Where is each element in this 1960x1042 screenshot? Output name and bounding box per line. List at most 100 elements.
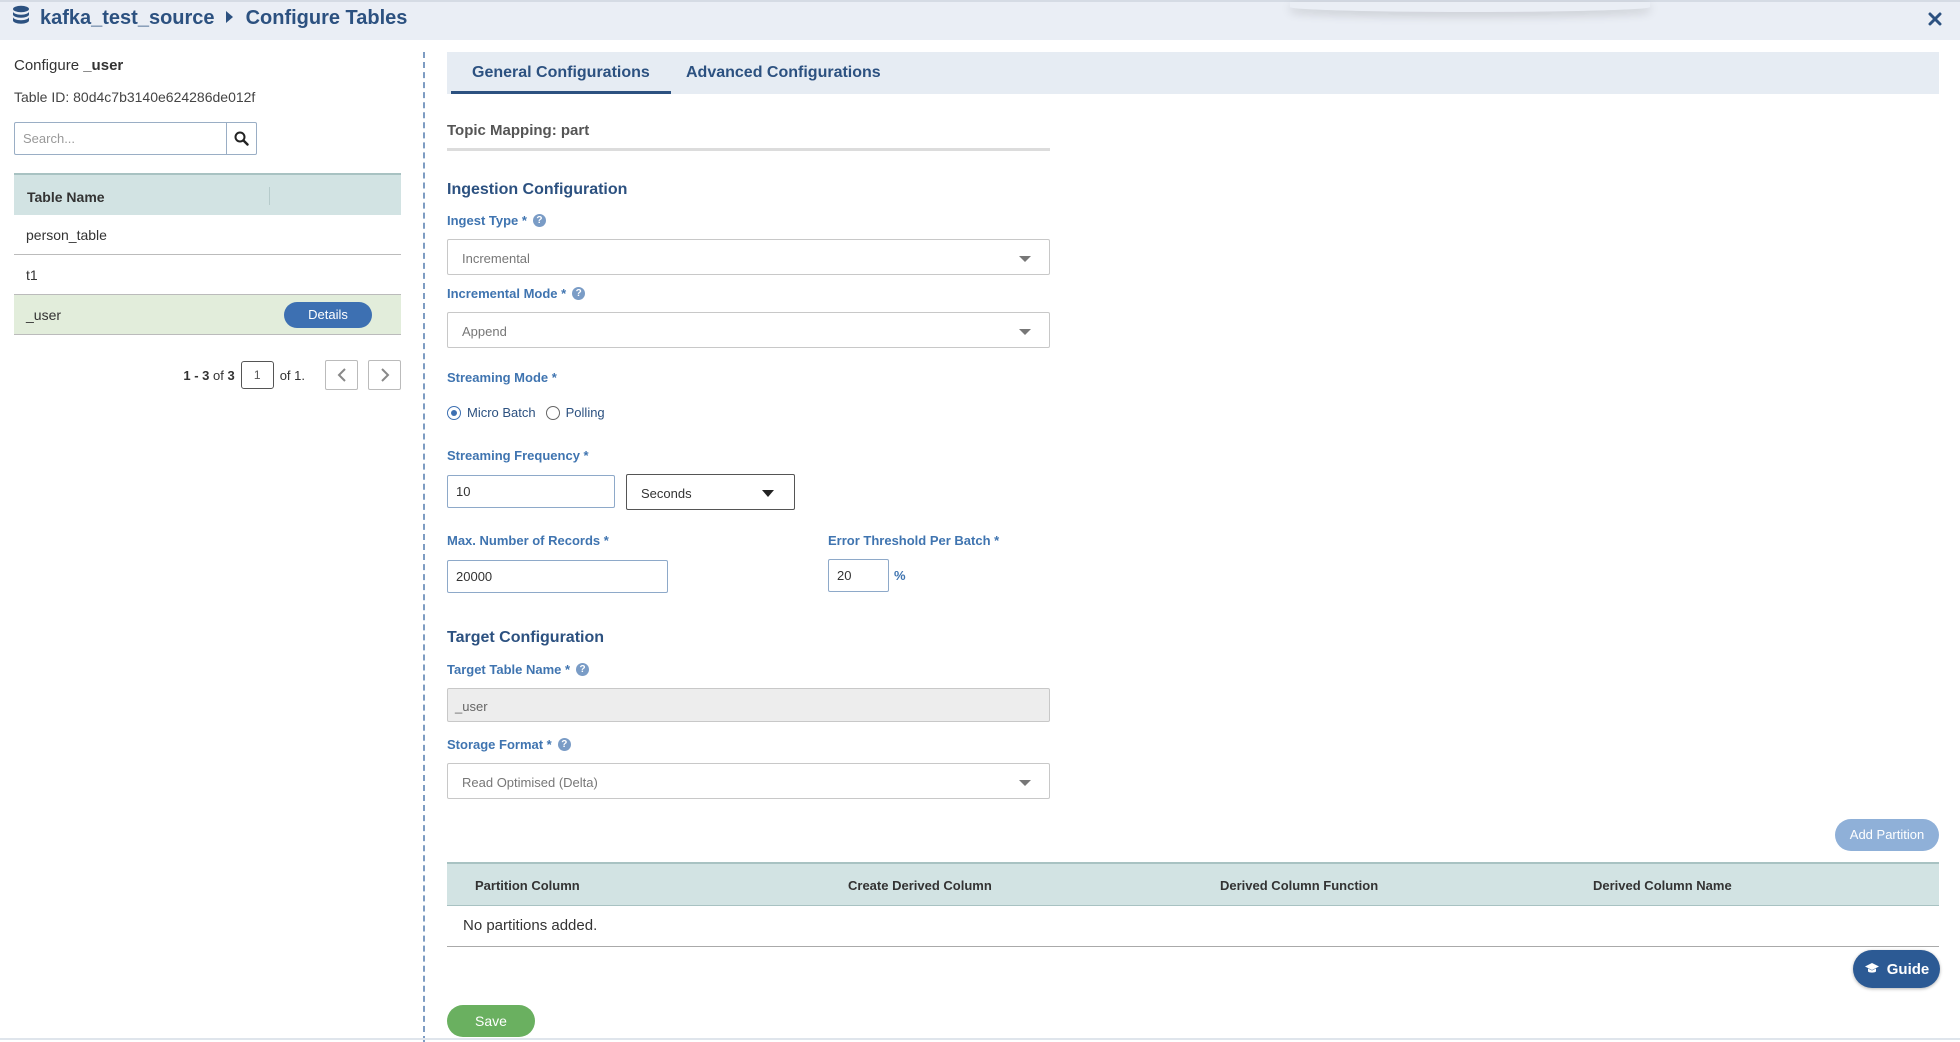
frequency-unit-select[interactable]: Seconds — [626, 474, 795, 510]
header-shadow — [1290, 2, 1650, 12]
modal-bottom-border — [0, 1038, 1960, 1040]
ingest-type-value: Incremental — [462, 251, 530, 266]
breadcrumb-source[interactable]: kafka_test_source — [40, 7, 215, 30]
graduation-cap-icon — [1864, 962, 1880, 977]
partition-empty-text: No partitions added. — [463, 917, 598, 934]
caret-down-icon — [762, 490, 774, 497]
ingest-type-select[interactable]: Incremental — [447, 239, 1050, 275]
close-icon[interactable] — [1928, 6, 1942, 32]
help-icon[interactable]: ? — [532, 214, 546, 227]
storage-format-label-text: Storage Format * — [447, 737, 552, 752]
caret-right-icon — [225, 7, 234, 30]
storage-format-label: Storage Format * ? — [447, 737, 571, 752]
column-header-partition-column: Partition Column — [475, 878, 580, 893]
configure-heading: Configure _user — [14, 57, 123, 74]
ingest-type-label: Ingest Type * ? — [447, 213, 546, 228]
target-table-name-label: Target Table Name * ? — [447, 662, 590, 677]
add-partition-button[interactable]: Add Partition — [1835, 819, 1939, 851]
help-icon[interactable]: ? — [572, 287, 586, 300]
chevron-right-icon — [380, 368, 389, 382]
database-icon — [12, 5, 30, 31]
column-header-derived-column-function: Derived Column Function — [1220, 878, 1379, 893]
guide-button[interactable]: Guide — [1853, 950, 1940, 988]
frequency-unit-value: Seconds — [641, 486, 692, 501]
caret-down-icon — [1019, 329, 1031, 335]
target-table-name-label-text: Target Table Name * — [447, 662, 571, 677]
partition-table-empty-row: No partitions added. — [447, 906, 1939, 947]
error-threshold-input[interactable]: 20 — [828, 559, 889, 592]
streaming-frequency-input[interactable]: 10 — [447, 475, 615, 508]
config-tabs: General Configurations Advanced Configur… — [447, 52, 1939, 94]
incremental-mode-label: Incremental Mode * ? — [447, 286, 586, 301]
breadcrumb: kafka_test_source Configure Tables — [12, 5, 407, 31]
pagination-of-pages: of 1. — [279, 367, 305, 383]
pagination-range: 1 - 3 of 3 — [183, 368, 234, 383]
configure-table-name: _user — [83, 57, 124, 74]
ingest-type-label-text: Ingest Type * — [447, 213, 527, 228]
streaming-mode-radio-group: Micro Batch Polling — [447, 405, 615, 420]
table-list-panel: Configure _user Table ID: 80d4c7b3140e62… — [0, 42, 424, 1042]
page-number-input[interactable]: 1 — [240, 361, 274, 389]
details-button[interactable]: Details — [284, 302, 372, 328]
guide-button-label: Guide — [1886, 960, 1930, 978]
ingestion-section-title: Ingestion Configuration — [447, 181, 628, 198]
radio-label: Polling — [565, 405, 605, 420]
max-records-label: Max. Number of Records * — [447, 533, 609, 548]
radio-label: Micro Batch — [467, 405, 536, 420]
incremental-mode-select[interactable]: Append — [447, 312, 1050, 348]
page-title: Configure Tables — [245, 6, 408, 29]
caret-down-icon — [1019, 780, 1031, 786]
search-input[interactable] — [14, 122, 228, 155]
error-threshold-label: Error Threshold Per Batch * — [828, 533, 1000, 548]
partition-table-header: Partition Column Create Derived Column D… — [447, 862, 1939, 906]
target-section-title: Target Configuration — [447, 629, 605, 646]
storage-format-select[interactable]: Read Optimised (Delta) — [447, 763, 1050, 799]
radio-button-checked[interactable] — [447, 405, 461, 420]
column-header-create-derived-column: Create Derived Column — [848, 878, 992, 893]
table-row-name: person_table — [26, 227, 107, 243]
column-header-derived-column-name: Derived Column Name — [1593, 878, 1732, 893]
tab-advanced-configurations[interactable]: Advanced Configurations — [665, 52, 902, 94]
target-table-name-input: _user — [447, 688, 1050, 722]
help-icon[interactable]: ? — [576, 663, 590, 676]
streaming-mode-label: Streaming Mode * — [447, 370, 557, 385]
topic-mapping: Topic Mapping: part — [447, 122, 590, 139]
next-page-button[interactable] — [368, 360, 401, 390]
prev-page-button[interactable] — [325, 360, 358, 390]
max-records-input[interactable]: 20000 — [447, 560, 668, 593]
incremental-mode-value: Append — [462, 324, 507, 339]
table-row[interactable]: person_table — [14, 215, 401, 255]
modal-header: kafka_test_source Configure Tables — [0, 0, 1960, 40]
caret-down-icon — [1019, 256, 1031, 262]
chevron-left-icon — [337, 368, 346, 382]
pagination: 1 - 3 of 3 1 of 1. — [183, 360, 401, 390]
pagination-range-values: 1 - 3 — [183, 367, 210, 383]
table-row-name: _user — [26, 307, 62, 323]
search-box — [14, 122, 257, 155]
table-row-name: t1 — [26, 267, 38, 283]
incremental-mode-label-text: Incremental Mode * — [447, 286, 567, 301]
table-list-header: Table Name — [14, 173, 401, 217]
table-row-selected[interactable]: _user Details — [14, 295, 401, 335]
pagination-of: of — [213, 367, 224, 383]
search-icon — [234, 131, 249, 146]
target-table-name-value: _user — [455, 699, 488, 714]
table-row[interactable]: t1 — [14, 255, 401, 295]
help-icon[interactable]: ? — [557, 738, 571, 751]
radio-button[interactable] — [545, 405, 560, 420]
streaming-frequency-label: Streaming Frequency * — [447, 448, 589, 463]
table-id: Table ID: 80d4c7b3140e624286de012f — [14, 89, 256, 105]
topic-divider — [447, 148, 1050, 151]
search-button[interactable] — [227, 122, 257, 155]
save-button[interactable]: Save — [447, 1005, 535, 1037]
pagination-total: 3 — [227, 367, 235, 383]
column-divider — [269, 187, 270, 205]
column-header-table-name[interactable]: Table Name — [27, 189, 105, 205]
radio-polling[interactable]: Polling — [545, 405, 605, 420]
percent-symbol: % — [894, 568, 906, 583]
configure-prefix: Configure — [14, 57, 80, 74]
panel-divider — [423, 52, 425, 1042]
tab-general-configurations[interactable]: General Configurations — [451, 52, 671, 94]
storage-format-value: Read Optimised (Delta) — [462, 775, 598, 790]
radio-micro-batch[interactable]: Micro Batch — [447, 405, 536, 420]
